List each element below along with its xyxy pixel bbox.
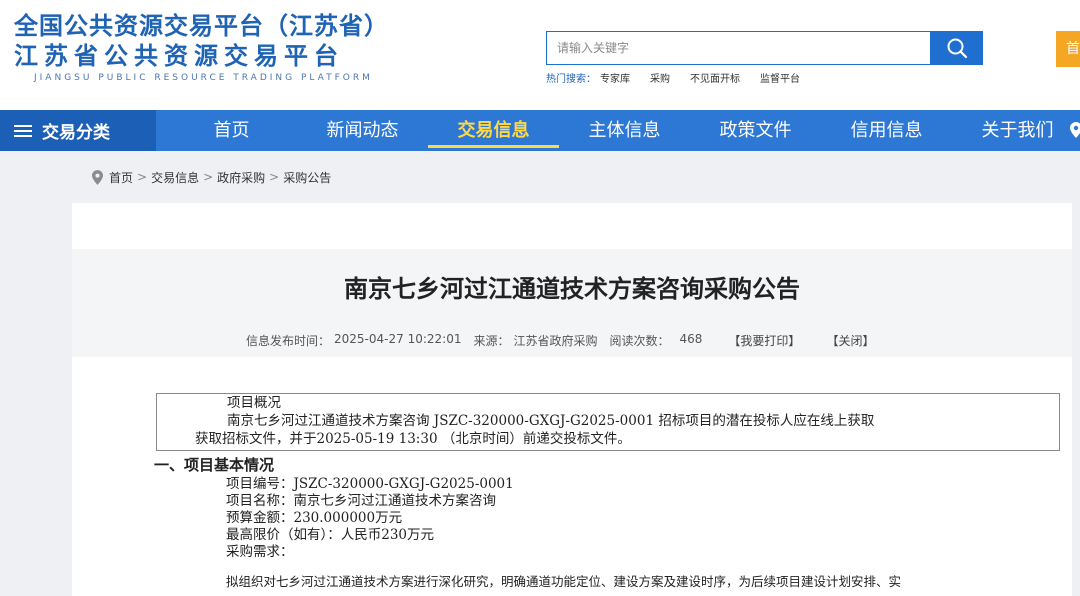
print-button[interactable]: 【我要打印】 [728,332,800,348]
nav-category-button[interactable]: 交易分类 [0,110,156,151]
breadcrumb-separator: > [269,170,280,184]
nav-category-label: 交易分类 [42,123,110,143]
detail-budget: 预算金额：230.000000万元 [226,510,403,526]
nav-item-home[interactable]: 首页 [166,110,297,151]
overview-title: 项目概况 [227,395,281,411]
menu-icon [14,124,32,137]
project-details: 项目编号：JSZC-320000-GXGJ-G2025-0001 项目名称：南京… [226,476,514,561]
breadcrumb-trading-info[interactable]: 交易信息 [151,169,199,186]
hot-search-item-expert-db[interactable]: 专家库 [600,70,630,85]
overview-line-1: 南京七乡河过江通道技术方案咨询 JSZC-320000-GXGJ-G2025-0… [227,413,875,429]
logo-title-jiangsu: 江苏省公共资源交易平台 [14,42,344,70]
nav-item-credit[interactable]: 信用信息 [821,110,952,151]
search-input[interactable] [546,31,930,65]
article-panel: 南京七乡河过江通道技术方案咨询采购公告 信息发布时间： 2025-04-27 1… [72,203,1072,596]
location-pin-icon [92,169,103,185]
source-label: 来源： [473,334,510,348]
hot-search-item-remote-bid-opening[interactable]: 不见面开标 [690,70,740,85]
main-nav: 交易分类 首页 新闻动态 交易信息 主体信息 政策文件 信用信息 关于我们 [0,110,1080,151]
breadcrumb-separator: > [203,170,214,184]
nav-item-trading-info[interactable]: 交易信息 [428,110,559,151]
breadcrumb-home[interactable]: 首页 [109,169,133,186]
location-icon[interactable] [1070,122,1080,138]
site-header: 全国公共资源交易平台（江苏省） 江苏省公共资源交易平台 JIANGSU PUBL… [0,0,1080,110]
views-label: 阅读次数： [609,334,670,348]
detail-project-name: 项目名称：南京七乡河过江通道技术方案咨询 [226,493,496,509]
breadcrumb-gov-procurement[interactable]: 政府采购 [217,169,265,186]
requirements-description: 拟组织对七乡河过江通道技术方案进行深化研究，明确通道功能定位、建设方案及建设时序… [226,574,902,589]
article-meta: 信息发布时间： 2025-04-27 10:22:01 来源： 江苏省政府采购 … [246,332,878,348]
source-value: 江苏省政府采购 [513,334,598,348]
nav-item-about[interactable]: 关于我们 [952,110,1080,151]
hot-search-bar: 热门搜索： 专家库 采购 不见面开标 监督平台 [546,70,820,85]
breadcrumb: 首页 > 交易信息 > 政府采购 > 采购公告 [92,168,331,186]
nav-item-news[interactable]: 新闻动态 [297,110,428,151]
detail-project-number: 项目编号：JSZC-320000-GXGJ-G2025-0001 [226,476,514,492]
detail-requirements-label: 采购需求： [226,544,294,560]
publish-time: 2025-04-27 10:22:01 [334,332,462,346]
publish-time-label: 信息发布时间： [246,334,331,348]
article-title: 南京七乡河过江通道技术方案咨询采购公告 [344,275,800,303]
project-overview-box: 项目概况 南京七乡河过江通道技术方案咨询 JSZC-320000-GXGJ-G2… [156,393,1060,451]
nav-items: 首页 新闻动态 交易信息 主体信息 政策文件 信用信息 关于我们 [166,110,1080,151]
login-button[interactable]: 首 [1056,31,1080,67]
site-logo[interactable]: 全国公共资源交易平台（江苏省） 江苏省公共资源交易平台 JIANGSU PUBL… [14,12,389,83]
logo-subtitle-english: JIANGSU PUBLIC RESOURCE TRADING PLATFORM [34,73,373,83]
hot-search-item-procurement[interactable]: 采购 [650,70,670,85]
search-icon [947,38,967,59]
nav-item-entity-info[interactable]: 主体信息 [559,110,690,151]
breadcrumb-procurement-notice[interactable]: 采购公告 [283,169,331,186]
hot-search-item-supervision[interactable]: 监督平台 [760,70,800,85]
logo-title-national: 全国公共资源交易平台（江苏省） [14,12,389,40]
close-button[interactable]: 【关闭】 [826,332,874,348]
section-basic-info-heading: 一、项目基本情况 [154,456,275,474]
search-button[interactable] [930,31,983,65]
overview-line-2: 获取招标文件，并于2025-05-19 13:30 （北京时间）前递交投标文件。 [195,431,631,447]
hot-search-label: 热门搜索： [546,74,596,85]
nav-item-policy[interactable]: 政策文件 [690,110,821,151]
breadcrumb-separator: > [137,170,148,184]
detail-max-price: 最高限价（如有）：人民币230万元 [226,527,435,543]
views-count: 468 [679,332,703,346]
